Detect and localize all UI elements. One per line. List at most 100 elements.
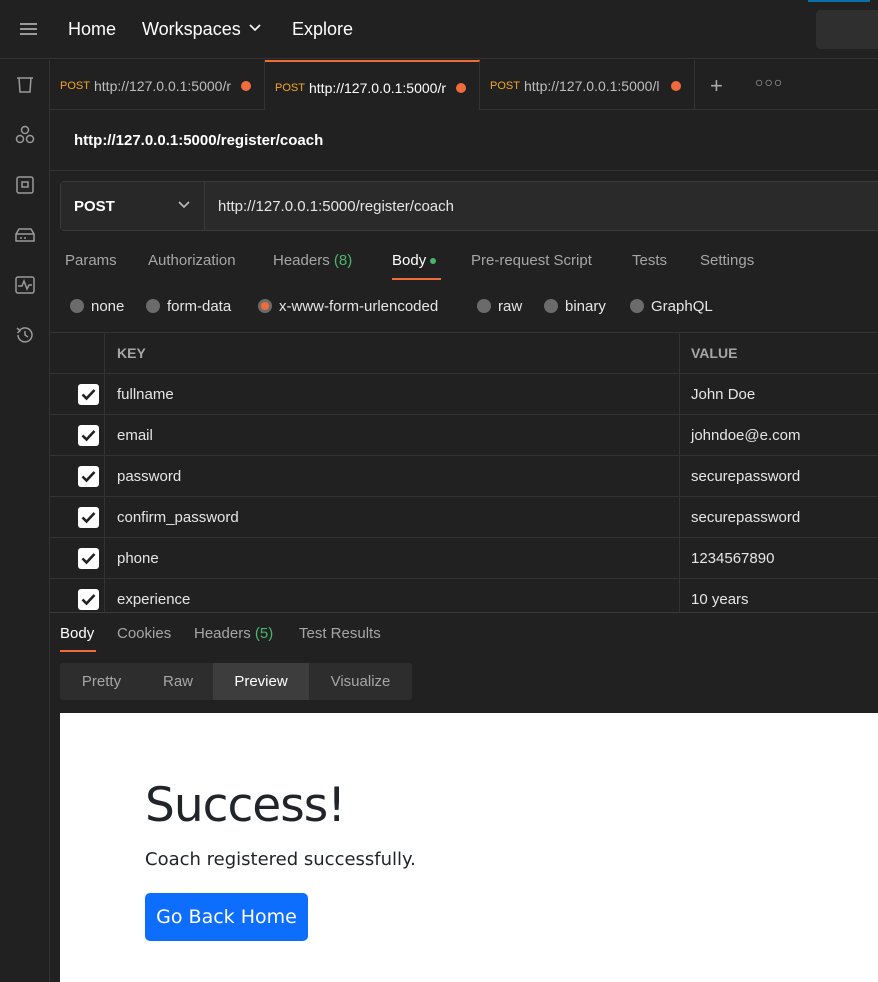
more-options-icon[interactable]: ○○○ [755,74,783,90]
method-select[interactable]: POST [61,182,205,230]
key-cell[interactable]: experience [106,579,680,612]
key-cell[interactable]: confirm_password [106,497,680,538]
request-tab[interactable]: POST http://127.0.0.1:5000/l [480,60,695,110]
row-checkbox[interactable] [78,507,99,528]
environments-icon[interactable] [14,174,36,196]
value-cell[interactable]: securepassword [680,456,878,497]
mock-servers-icon[interactable] [14,224,36,246]
row-check-cell [50,497,105,538]
key-cell[interactable]: phone [106,538,680,579]
row-key: fullname [117,386,174,403]
row-key: confirm_password [117,509,239,526]
sidebar [0,60,50,982]
radio-circle-checked [258,299,272,313]
tab-body-label: Body [392,252,427,269]
row-value: securepassword [691,509,801,526]
value-cell[interactable]: John Doe [680,374,878,415]
nav-explore[interactable]: Explore [292,19,353,40]
new-tab-plus-icon[interactable]: + [710,73,723,99]
checkmark-icon [81,389,96,401]
tab-body[interactable]: Body [392,252,437,269]
divider [50,170,878,171]
table-row: password securepassword [50,456,878,497]
tab-method: POST [275,82,305,94]
key-cell[interactable]: password [106,456,680,497]
menu-icon[interactable] [20,23,37,35]
value-cell[interactable]: 1234567890 [680,538,878,579]
request-tab[interactable]: POST http://127.0.0.1:5000/r [50,60,265,110]
request-title: http://127.0.0.1:5000/register/coach [74,132,324,149]
body-indicator-dot-icon [430,258,437,265]
tab-settings[interactable]: Settings [700,252,754,269]
unsaved-dot-icon [241,81,251,91]
request-tab-active[interactable]: POST http://127.0.0.1:5000/r [265,60,480,110]
history-icon[interactable] [14,324,36,346]
tab-url: http://127.0.0.1:5000/r [309,80,446,96]
row-value: johndoe@e.com [691,427,801,444]
checkmark-icon [81,512,96,524]
radio-circle [544,299,558,313]
view-raw-button[interactable]: Raw [143,663,213,700]
response-tab-headers[interactable]: Headers (5) [194,625,273,642]
value-cell[interactable]: securepassword [680,497,878,538]
value-header: VALUE [691,345,738,361]
tab-url: http://127.0.0.1:5000/l [524,78,660,94]
top-right-accent [808,0,870,2]
row-checkbox[interactable] [78,548,99,569]
view-pretty-button[interactable]: Pretty [60,663,143,700]
tab-headers[interactable]: Headers (8) [273,252,352,269]
key-header-cell: KEY [106,333,680,374]
tab-prerequest-script[interactable]: Pre-request Script [471,252,592,269]
tab-params[interactable]: Params [65,252,117,269]
radio-label: binary [565,298,606,315]
row-check-cell [50,456,105,497]
tab-method: POST [490,80,520,92]
params-table: KEY VALUE fullname John Doe email johndoe@e… [50,332,878,612]
chevron-down-icon[interactable] [249,24,261,32]
checkmark-icon [81,594,96,606]
row-check-cell [50,579,105,612]
nav-home[interactable]: Home [68,19,116,40]
go-back-home-button[interactable]: Go Back Home [145,893,308,941]
row-checkbox[interactable] [78,589,99,610]
response-tab-test-results[interactable]: Test Results [299,625,381,642]
url-input[interactable]: http://127.0.0.1:5000/register/coach [218,198,454,215]
tab-method: POST [60,80,90,92]
top-bar: Home Workspaces Explore [0,0,878,59]
collections-icon[interactable] [14,74,36,96]
table-header: KEY VALUE [50,333,878,374]
value-cell[interactable]: johndoe@e.com [680,415,878,456]
response-tab-cookies[interactable]: Cookies [117,625,171,642]
checkmark-icon [81,471,96,483]
response-preview: Success! Coach registered successfully. … [60,713,878,982]
key-cell[interactable]: fullname [106,374,680,415]
tab-authorization[interactable]: Authorization [148,252,236,269]
row-key: phone [117,550,159,567]
chevron-down-icon [178,201,190,209]
view-preview-button[interactable]: Preview [213,663,309,700]
search-box[interactable] [816,10,878,49]
radio-label: form-data [167,298,232,315]
row-value: 10 years [691,591,749,608]
row-checkbox[interactable] [78,466,99,487]
table-row: experience 10 years [50,579,878,612]
response-headers-count: (5) [254,625,274,642]
tab-tests[interactable]: Tests [632,252,667,269]
radio-label: none [91,298,125,315]
apis-icon[interactable] [14,124,36,146]
preview-heading: Success! [145,778,346,833]
monitors-icon[interactable] [14,274,36,296]
row-checkbox[interactable] [78,425,99,446]
table-row: confirm_password securepassword [50,497,878,538]
radio-label: x-www-form-urlencoded [279,298,439,315]
nav-workspaces[interactable]: Workspaces [142,19,241,40]
radio-label: raw [498,298,523,315]
value-cell[interactable]: 10 years [680,579,878,612]
radio-label: GraphQL [651,298,713,315]
header-check-cell [50,333,105,374]
view-visualize-button[interactable]: Visualize [309,663,412,700]
row-checkbox[interactable] [78,384,99,405]
response-tab-body[interactable]: Body [60,625,94,642]
tab-headers-label: Headers [273,252,330,269]
key-cell[interactable]: email [106,415,680,456]
